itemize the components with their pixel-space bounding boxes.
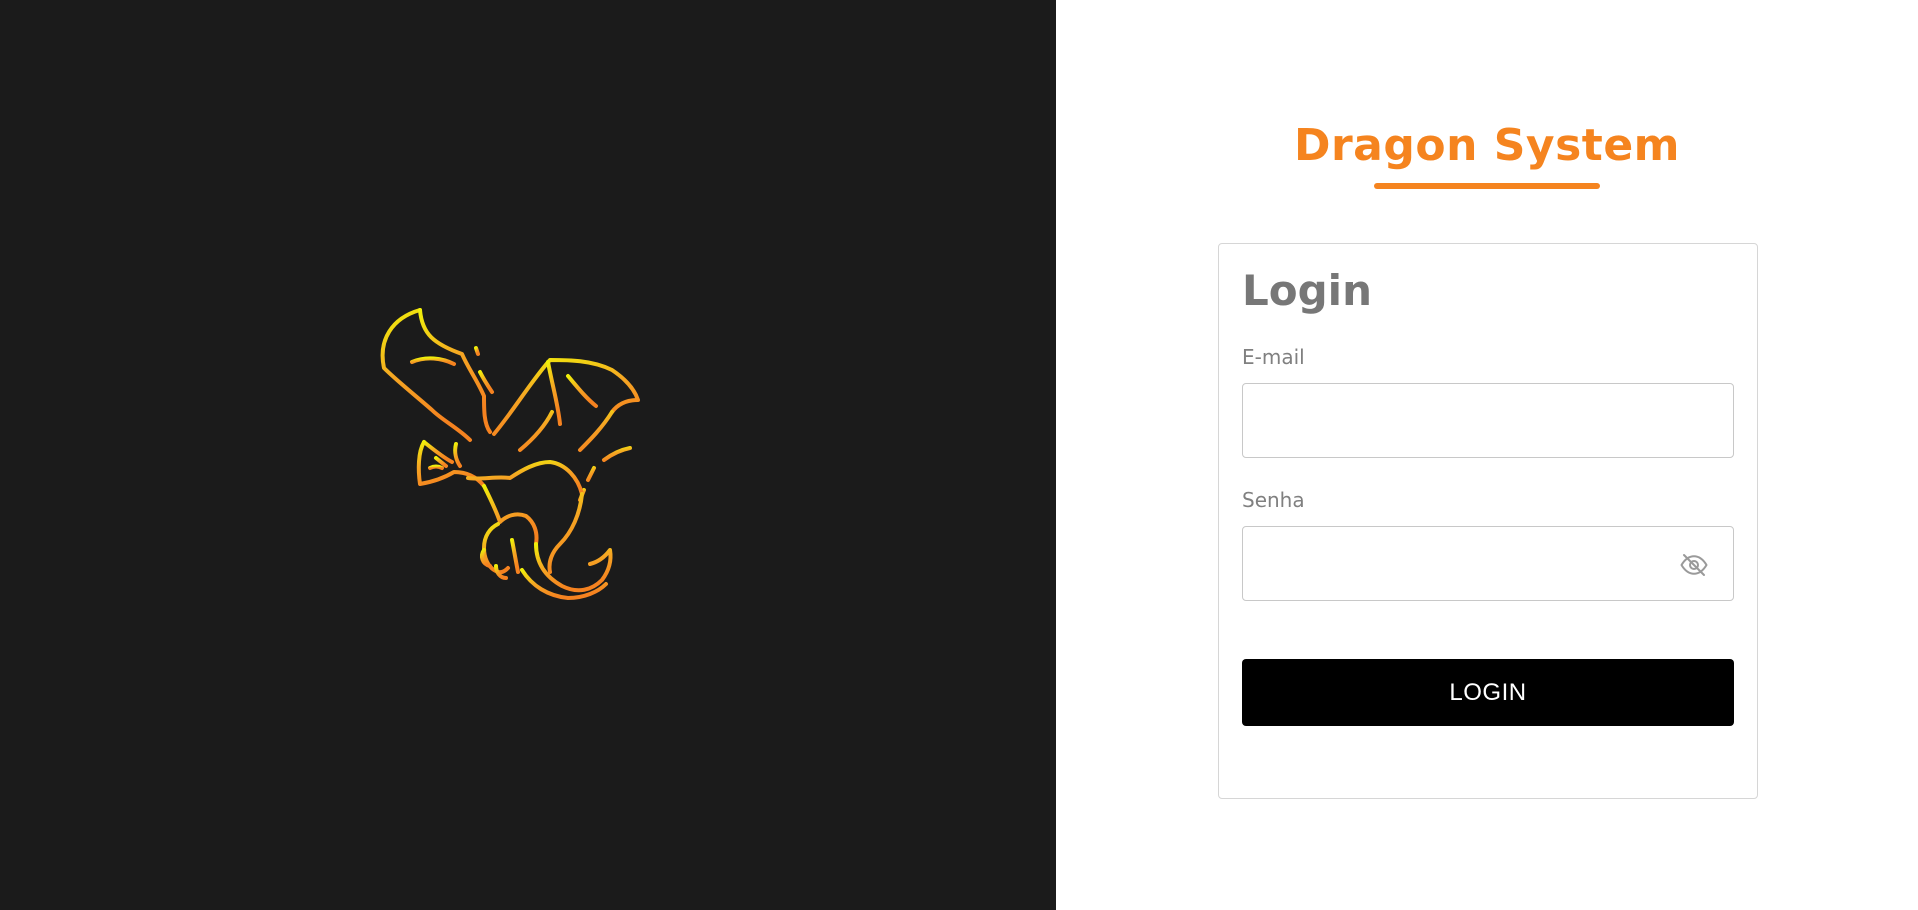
password-input[interactable] — [1243, 527, 1733, 600]
brand-underline — [1374, 183, 1600, 189]
email-field-box — [1242, 383, 1734, 458]
password-label: Senha — [1242, 488, 1305, 512]
password-field-box — [1242, 526, 1734, 601]
login-button[interactable]: LOGIN — [1242, 659, 1734, 726]
brand-header: Dragon System — [1056, 120, 1918, 189]
login-heading: Login — [1242, 266, 1372, 315]
brand-panel — [0, 0, 1056, 910]
email-label: E-mail — [1242, 345, 1305, 369]
brand-title: Dragon System — [1293, 120, 1681, 171]
login-page: Dragon System Login E-mail Senha LOGIN — [0, 0, 1918, 910]
login-panel: Dragon System Login E-mail Senha LOGIN — [1056, 0, 1918, 910]
eye-off-icon[interactable] — [1679, 550, 1709, 580]
login-card: Login E-mail Senha LOGIN — [1218, 243, 1758, 799]
email-input[interactable] — [1243, 384, 1733, 457]
dragon-logo-icon — [380, 308, 640, 600]
